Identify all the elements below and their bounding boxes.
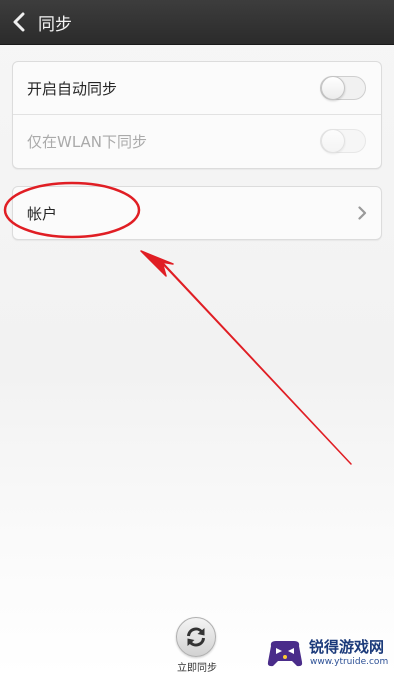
auto-sync-label: 开启自动同步 xyxy=(27,80,118,98)
accounts-row[interactable]: 帐户 xyxy=(13,187,381,239)
back-button[interactable] xyxy=(0,0,38,44)
title-bar: 同步 xyxy=(0,0,394,45)
watermark: 锐得游戏网 www.ytruide.com xyxy=(264,633,392,673)
toggle-knob xyxy=(321,76,345,100)
toggle-knob xyxy=(321,129,345,153)
sync-now-button[interactable] xyxy=(176,617,216,657)
accounts-label: 帐户 xyxy=(27,205,58,223)
auto-sync-toggle[interactable] xyxy=(320,76,366,100)
gamepad-logo-icon xyxy=(267,641,303,667)
wlan-only-sync-label: 仅在WLAN下同步 xyxy=(27,133,148,151)
sync-now-label: 立即同步 xyxy=(177,663,217,674)
auto-sync-row[interactable]: 开启自动同步 xyxy=(13,62,381,114)
chevron-right-icon xyxy=(358,206,367,220)
page-title: 同步 xyxy=(38,15,72,35)
wlan-only-sync-row[interactable]: 仅在WLAN下同步 xyxy=(13,115,381,167)
annotation-arrow xyxy=(140,250,352,465)
watermark-title: 锐得游戏网 xyxy=(309,638,385,656)
refresh-icon xyxy=(187,627,205,647)
watermark-url: www.ytruide.com xyxy=(310,657,389,667)
sync-settings-card: 开启自动同步 仅在WLAN下同步 xyxy=(12,61,382,169)
wlan-only-sync-toggle[interactable] xyxy=(320,129,366,153)
chevron-left-icon xyxy=(13,12,25,32)
accounts-card: 帐户 xyxy=(12,186,382,240)
